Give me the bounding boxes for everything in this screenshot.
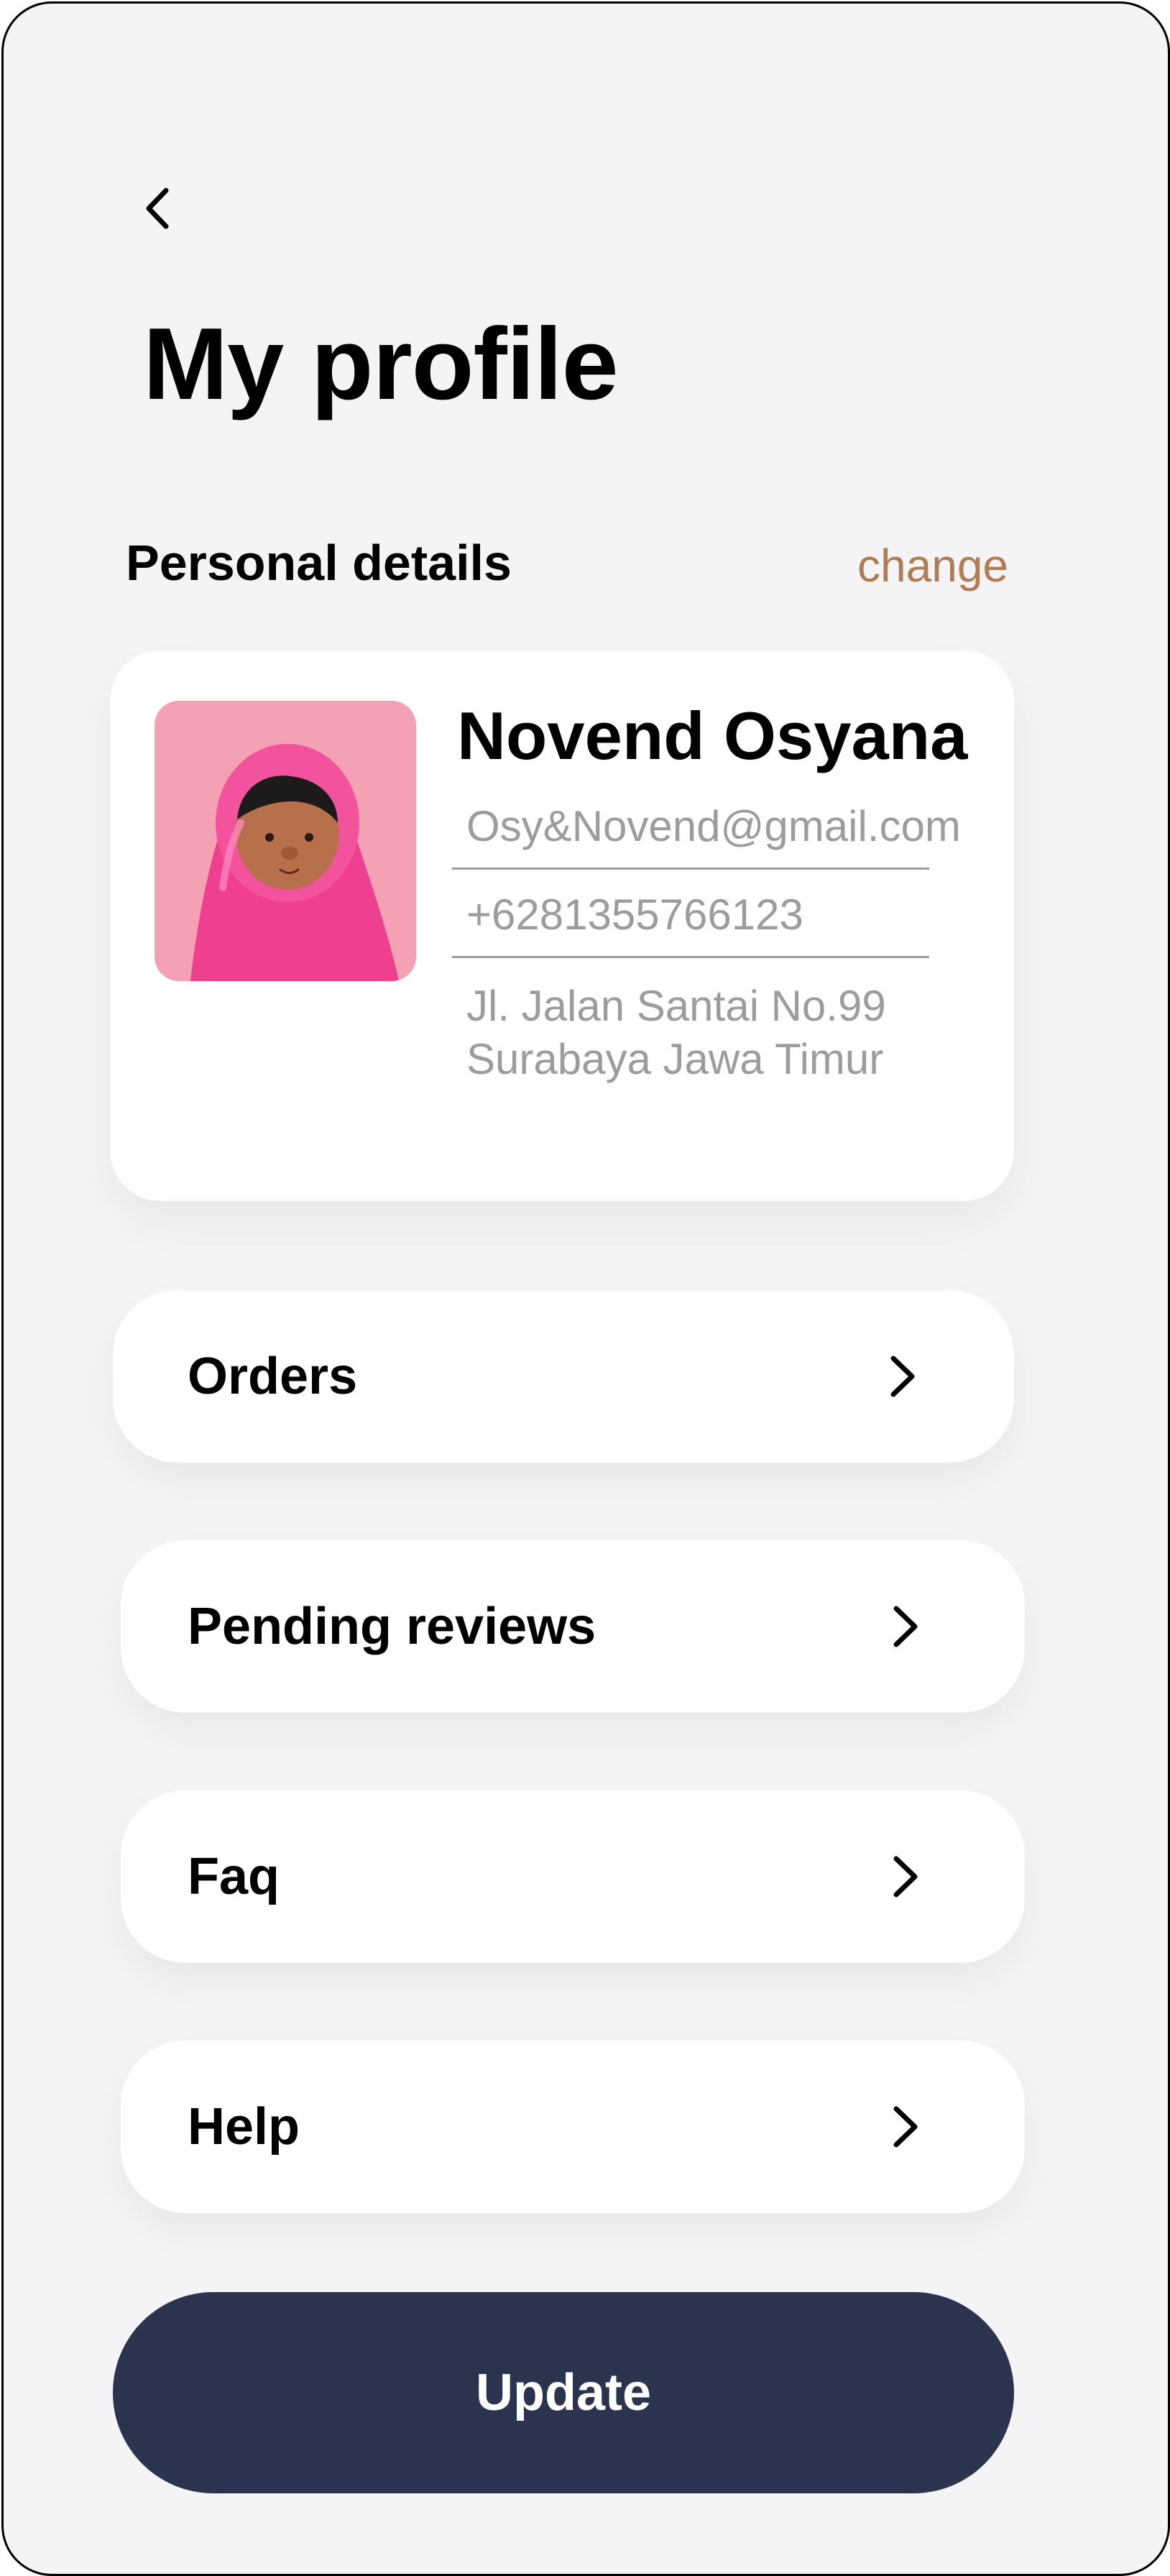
menu-item-label: Help (188, 2098, 300, 2156)
menu-item-label: Orders (188, 1348, 358, 1405)
profile-card: Novend Osyana Osy&Novend@gmail.com +6281… (110, 650, 1014, 1201)
profile-name: Novend Osyana (457, 698, 968, 773)
chevron-right-icon (893, 1606, 918, 1647)
email-field[interactable]: Osy&Novend@gmail.com (452, 801, 961, 870)
address-line-2: Surabaya Jawa Timur (466, 1035, 884, 1083)
phone-frame: My profile Personal details change Noven… (1, 1, 1170, 2576)
address-field[interactable]: Jl. Jalan Santai No.99 Surabaya Jawa Tim… (452, 980, 929, 1086)
change-link[interactable]: change (857, 539, 1008, 592)
update-button-label: Update (475, 2364, 652, 2421)
page-title: My profile (143, 307, 619, 421)
address-line-1: Jl. Jalan Santai No.99 (466, 982, 886, 1030)
menu-item-help[interactable]: Help (121, 2041, 1025, 2213)
menu-item-faq[interactable]: Faq (121, 1790, 1025, 1963)
chevron-right-icon (890, 1356, 915, 1397)
menu-item-pending-reviews[interactable]: Pending reviews (121, 1540, 1025, 1713)
chevron-right-icon (893, 2106, 918, 2148)
back-chevron-icon[interactable] (133, 183, 183, 234)
chevron-right-icon (893, 1856, 918, 1898)
avatar-illustration (190, 744, 399, 981)
menu-item-label: Pending reviews (188, 1598, 596, 1655)
phone-field[interactable]: +6281355766123 (452, 890, 929, 958)
section-title-personal-details: Personal details (126, 535, 512, 591)
menu-item-orders[interactable]: Orders (113, 1290, 1014, 1463)
menu-item-label: Faq (188, 1848, 280, 1905)
avatar (155, 701, 416, 981)
update-button[interactable]: Update (113, 2292, 1014, 2493)
